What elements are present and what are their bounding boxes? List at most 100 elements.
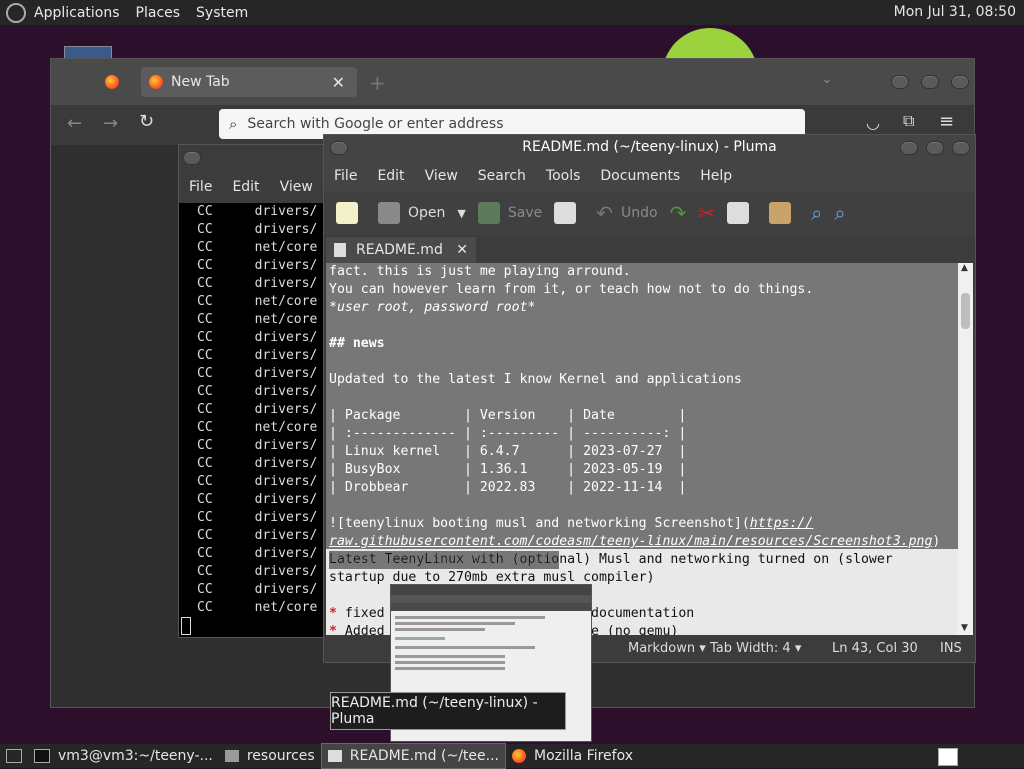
close-window-button[interactable]	[952, 141, 970, 155]
system-menu[interactable]: System	[188, 5, 256, 21]
pluma-window-menu-button[interactable]	[330, 141, 348, 155]
taskbar-item-pluma[interactable]: README.md (~/tee...	[320, 743, 506, 769]
terminal-line-path: drivers/	[254, 582, 318, 597]
paste-button[interactable]	[769, 202, 799, 224]
cut-icon: ✂	[698, 201, 716, 225]
tab-new-tab[interactable]: New Tab ✕	[141, 67, 357, 97]
close-tab-icon[interactable]: ✕	[456, 242, 468, 258]
maximize-button[interactable]	[926, 141, 944, 155]
places-menu[interactable]: Places	[128, 5, 189, 21]
terminal-line: CC net/core	[179, 293, 329, 311]
taskbar-item-terminal[interactable]: vm3@vm3:~/teeny-...	[28, 744, 219, 768]
replace-button[interactable]: ⌕	[834, 201, 845, 225]
terminal-menu-view[interactable]: View	[270, 179, 323, 195]
maximize-button[interactable]	[921, 75, 939, 89]
back-arrow-icon[interactable]: ←	[67, 113, 82, 134]
text-editor[interactable]: fact. this is just me playing arround. Yo…	[326, 263, 958, 635]
terminal-line-cmd: CC	[197, 420, 213, 435]
show-desktop-button[interactable]	[0, 744, 28, 768]
scroll-thumb[interactable]	[961, 293, 970, 329]
undo-button[interactable]: ↶ Undo	[596, 201, 657, 225]
menu-tools[interactable]: Tools	[536, 168, 591, 184]
language-selector[interactable]: Markdown ▾	[628, 641, 706, 656]
undo-icon: ↶	[596, 201, 614, 225]
vertical-scrollbar[interactable]: ▲ ▼	[958, 263, 973, 635]
terminal-line-path: net/core	[254, 420, 318, 435]
terminal-line-path: net/core	[254, 312, 318, 327]
open-button[interactable]: Open ▼	[378, 202, 466, 224]
terminal-menu-file[interactable]: File	[179, 179, 222, 195]
applications-menu[interactable]: Applications	[26, 5, 128, 21]
terminal-line: CC drivers/	[179, 491, 329, 509]
minimize-button[interactable]	[900, 141, 918, 155]
clock[interactable]: Mon Jul 31, 08:50	[894, 4, 1016, 20]
save-icon	[477, 202, 500, 224]
cursor-position: Ln 43, Col 30	[832, 641, 918, 656]
menu-search[interactable]: Search	[468, 168, 536, 184]
close-window-button[interactable]	[951, 75, 969, 89]
menu-file[interactable]: File	[324, 168, 367, 184]
firefox-icon[interactable]	[105, 75, 119, 89]
mate-logo-icon[interactable]	[6, 2, 26, 23]
terminal-menubar: File Edit View	[179, 171, 329, 203]
editor-line: | Drobbear | 2022.83 | 2022-11-14 |	[329, 479, 957, 497]
editor-line-text: | BusyBox | 1.36.1 | 2023-05-19 |	[329, 462, 687, 477]
document-tab-label: README.md	[356, 242, 443, 258]
document-icon	[334, 243, 346, 257]
editor-line: *user root, password root*	[329, 299, 957, 317]
pocket-icon[interactable]: ◡	[866, 113, 880, 132]
terminal-window-menu-button[interactable]	[183, 151, 201, 165]
terminal-line: CC drivers/	[179, 455, 329, 473]
save-label: Save	[507, 205, 543, 221]
new-tab-plus-icon[interactable]: +	[369, 71, 386, 95]
workspace-switcher[interactable]	[938, 748, 958, 766]
terminal-line-path: drivers/	[254, 510, 318, 525]
editor-line: ## news	[329, 335, 957, 353]
terminal-line-path: drivers/	[254, 222, 318, 237]
tooltip-text: README.md (~/teeny-linux) - Pluma	[331, 695, 538, 727]
editor-line: fact. this is just me playing arround.	[329, 263, 957, 281]
close-tab-icon[interactable]: ✕	[332, 73, 345, 92]
window-tooltip: README.md (~/teeny-linux) - Pluma	[330, 692, 566, 730]
new-document-button[interactable]	[336, 202, 366, 224]
terminal-line: CC drivers/	[179, 221, 329, 239]
terminal-line-cmd: CC	[197, 582, 213, 597]
folder-icon	[224, 750, 239, 762]
taskbar-item-resources[interactable]: resources	[219, 744, 321, 768]
scroll-up-icon[interactable]: ▲	[961, 263, 968, 273]
open-dropdown-icon[interactable]: ▼	[457, 207, 465, 220]
menu-help[interactable]: Help	[690, 168, 742, 184]
terminal-output[interactable]: CC drivers/CC drivers/CC net/core CC drivers/…	[179, 203, 329, 637]
menu-view[interactable]: View	[415, 168, 468, 184]
save-button[interactable]: Save	[477, 202, 543, 224]
terminal-line-cmd: CC	[197, 276, 213, 291]
scroll-down-icon[interactable]: ▼	[961, 623, 968, 633]
cut-button[interactable]: ✂	[698, 201, 715, 225]
insert-mode: INS	[940, 641, 962, 656]
forward-arrow-icon[interactable]: →	[103, 113, 118, 134]
reload-icon[interactable]: ↻	[139, 111, 154, 132]
extensions-icon[interactable]: ⧉	[903, 111, 914, 131]
copy-button[interactable]	[727, 202, 757, 224]
terminal-line: CC drivers/	[179, 509, 329, 527]
editor-line-text: | :------------- | :--------- | --------…	[329, 426, 687, 441]
tab-width-selector[interactable]: Tab Width: 4 ▾	[710, 641, 801, 656]
find-button[interactable]: ⌕	[811, 201, 822, 225]
menu-documents[interactable]: Documents	[590, 168, 690, 184]
document-tab-readme[interactable]: README.md ✕	[326, 237, 476, 263]
taskbar-item-firefox[interactable]: Mozilla Firefox	[506, 744, 639, 768]
redo-button[interactable]: ↷	[670, 201, 687, 225]
tab-list-chevron-icon[interactable]: ⌄	[821, 71, 833, 87]
terminal-menu-edit[interactable]: Edit	[222, 179, 269, 195]
terminal-titlebar[interactable]	[179, 145, 329, 171]
minimize-button[interactable]	[891, 75, 909, 89]
url-placeholder: Search with Google or enter address	[247, 116, 504, 132]
menu-hamburger-icon[interactable]: ≡	[939, 111, 954, 132]
terminal-line: CC net/core	[179, 599, 329, 617]
taskbar-item-label: vm3@vm3:~/teeny-...	[58, 748, 213, 764]
pluma-titlebar[interactable]: README.md (~/teeny-linux) - Pluma	[324, 135, 975, 161]
print-button[interactable]	[554, 202, 584, 224]
menu-edit[interactable]: Edit	[367, 168, 414, 184]
terminal-line-path: drivers/	[254, 528, 318, 543]
